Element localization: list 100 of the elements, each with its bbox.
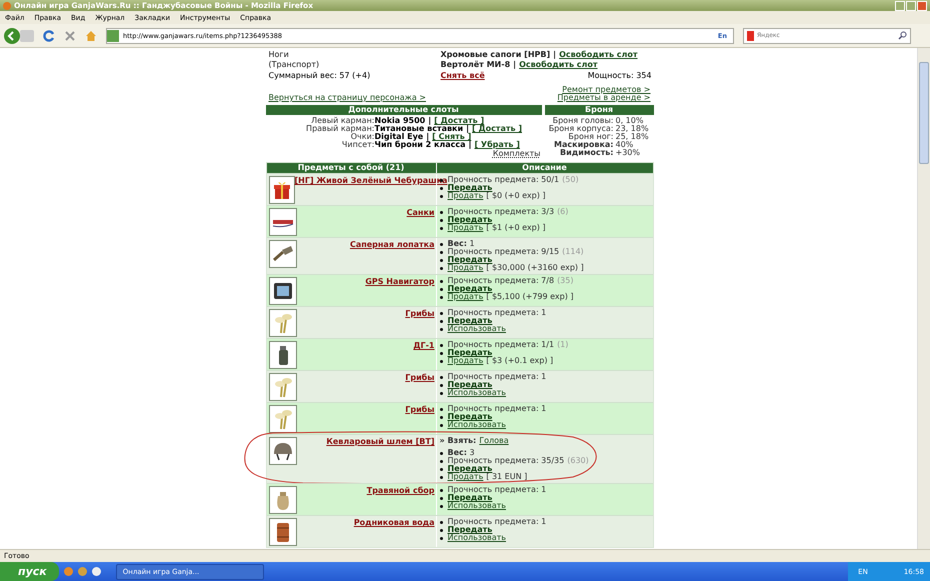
bullet-icon: [440, 186, 442, 190]
free-slot-link[interactable]: Освободить слот: [559, 50, 638, 60]
rented-items-link[interactable]: Предметы в аренде >: [557, 94, 650, 102]
bullet-icon: [440, 312, 442, 314]
transfer-link[interactable]: Передать: [448, 184, 492, 192]
minimize-button[interactable]: [895, 0, 905, 10]
mushroom-icon: [268, 373, 296, 401]
transfer-link[interactable]: Передать: [448, 349, 492, 357]
back-button[interactable]: [4, 28, 20, 44]
slot-label: Очки:: [350, 133, 374, 141]
transfer-link[interactable]: Передать: [448, 465, 492, 473]
max-durability: (6): [557, 208, 568, 216]
bullet-icon: [440, 392, 442, 394]
sell-price: [ $0 (+0 exp) ]: [486, 192, 546, 200]
remove-all-link[interactable]: Снять всё: [440, 70, 588, 81]
max-durability: (114): [562, 248, 584, 256]
maximize-button[interactable]: [906, 0, 916, 10]
scrollbar-thumb[interactable]: [919, 62, 929, 164]
transfer-link[interactable]: Передать: [448, 413, 492, 421]
sack-icon: [268, 486, 296, 514]
slot-label: Левый карман:: [311, 117, 374, 125]
bullet-icon: [440, 344, 442, 346]
slot-action-link[interactable]: [ Снять ]: [432, 133, 472, 141]
max-durability: (35): [557, 277, 574, 285]
sets-link[interactable]: Комплекты: [492, 149, 540, 158]
transfer-link[interactable]: Передать: [448, 494, 492, 502]
bullet-icon: [440, 488, 442, 492]
transfer-link[interactable]: Передать: [448, 526, 492, 534]
slot-link[interactable]: Голова: [479, 437, 509, 445]
bullet-icon: [440, 258, 442, 262]
home-icon[interactable]: [85, 30, 97, 42]
sell-price: [ $5,100 (+799 exp) ]: [486, 293, 574, 301]
close-button[interactable]: [917, 0, 927, 10]
bullet-icon: [440, 352, 442, 354]
item-name-link[interactable]: Кевларовый шлем [ВТ]: [326, 437, 436, 446]
repair-link[interactable]: Ремонт предметов >: [562, 86, 650, 94]
take-label: » Взять:: [440, 437, 476, 445]
item-name-link[interactable]: Родниковая вода: [354, 518, 436, 527]
search-icon[interactable]: [898, 31, 907, 40]
sell-link[interactable]: Продать: [448, 264, 484, 272]
item-name-link[interactable]: [НГ] Живой Зелёный Чебурашка: [294, 176, 448, 185]
grenade-icon: [268, 341, 296, 369]
slot-label: (Транспорт): [268, 60, 320, 70]
free-slot-link[interactable]: Освободить слот: [519, 60, 598, 70]
bullet-icon: [440, 468, 442, 470]
start-button[interactable]: пуск: [0, 562, 59, 581]
separator: |: [468, 141, 472, 149]
item-name-link[interactable]: Санки: [406, 208, 436, 217]
armor-label: Броня корпуса:: [548, 125, 614, 133]
armor-value: +30%: [616, 149, 641, 157]
item-name: Digital Eye: [374, 133, 424, 141]
stop-icon[interactable]: [64, 30, 76, 42]
slot-action-link[interactable]: [ Убрать ]: [474, 141, 520, 149]
transfer-link[interactable]: Передать: [448, 317, 492, 325]
item-name: Чип брони 2 класса: [374, 141, 466, 149]
transfer-link[interactable]: Передать: [448, 256, 492, 264]
use-link[interactable]: Использовать: [448, 389, 506, 397]
item-name-link[interactable]: ДГ-1: [413, 341, 436, 350]
slot-label: Чипсет:: [340, 141, 374, 149]
separator: |: [513, 60, 516, 70]
reload-icon[interactable]: [43, 30, 55, 42]
item-name: Вертолёт МИ-8: [440, 60, 510, 70]
helmet-icon: [268, 437, 296, 465]
item-name-link[interactable]: Грибы: [405, 405, 436, 414]
use-link[interactable]: Использовать: [448, 421, 506, 429]
sell-link[interactable]: Продать: [448, 293, 484, 301]
transfer-link[interactable]: Передать: [448, 285, 492, 293]
barrel-icon: [268, 518, 296, 546]
back-to-character-link[interactable]: Вернуться на страницу персонажа >: [268, 93, 426, 102]
durability-text: Прочность предмета: 1: [448, 518, 546, 526]
transfer-link[interactable]: Передать: [448, 381, 492, 389]
sell-link[interactable]: Продать: [448, 357, 484, 365]
armor-label: Маскировка:: [553, 141, 614, 149]
use-link[interactable]: Использовать: [448, 325, 506, 333]
bullet-icon: [440, 416, 442, 418]
item-name-link[interactable]: Травяной сбор: [366, 486, 436, 495]
use-link[interactable]: Использовать: [448, 534, 506, 542]
sell-link[interactable]: Продать: [448, 224, 484, 232]
bullet-icon: [440, 452, 442, 454]
separator: |: [426, 133, 430, 141]
total-weight: Суммарный вес: 57 (+4): [268, 70, 372, 81]
item-name-link[interactable]: GPS Навигатор: [365, 277, 436, 286]
separator: |: [553, 50, 556, 60]
item-name-link[interactable]: Саперная лопатка: [350, 240, 436, 249]
item-name: Хромовые сапоги [HPB]: [440, 50, 550, 60]
scrollbar[interactable]: [917, 48, 930, 549]
weight-value: Вес: 3: [448, 449, 475, 457]
sell-link[interactable]: Продать: [448, 192, 484, 200]
item-name-link[interactable]: Грибы: [405, 309, 436, 318]
use-link[interactable]: Использовать: [448, 502, 506, 510]
bullet-icon: [440, 476, 442, 478]
sell-link[interactable]: Продать: [448, 473, 484, 481]
bullet-icon: [440, 226, 442, 230]
item-name-link[interactable]: Грибы: [405, 373, 436, 382]
bullet-icon: [440, 424, 442, 426]
bullet-icon: [440, 218, 442, 222]
slot-action-link[interactable]: [ Достать ]: [434, 117, 484, 125]
slot-action-link[interactable]: [ Достать ]: [472, 125, 522, 133]
mushroom-icon: [268, 309, 296, 337]
transfer-link[interactable]: Передать: [448, 216, 492, 224]
